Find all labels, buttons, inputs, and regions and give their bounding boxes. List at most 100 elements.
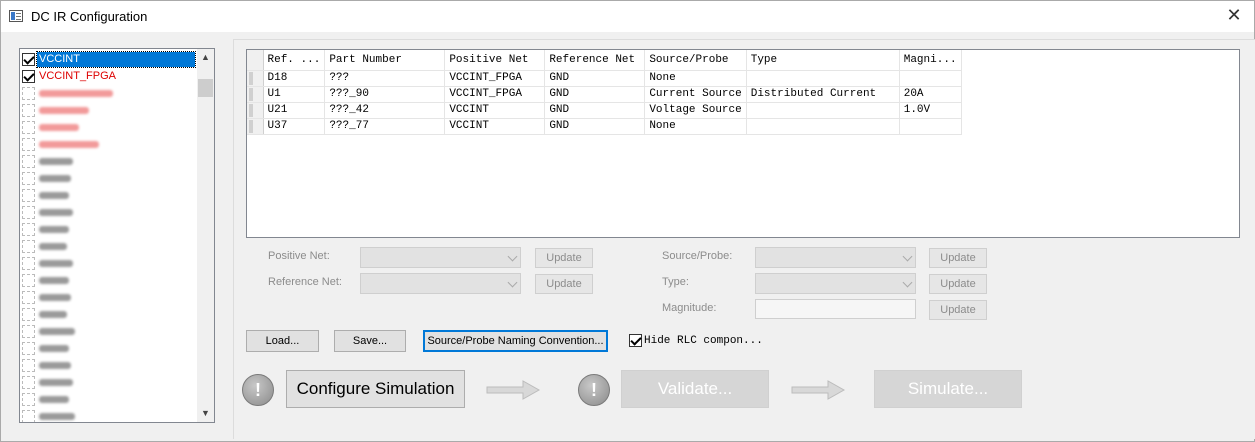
cell-type[interactable] xyxy=(746,70,900,87)
cell-ref[interactable]: U21 xyxy=(263,102,326,119)
net-item-vccint-fpga[interactable]: VCCINT_FPGA xyxy=(22,68,118,84)
cell-ref[interactable]: U37 xyxy=(263,118,326,135)
net-checkbox[interactable] xyxy=(22,222,35,236)
cell-reference-net[interactable]: GND xyxy=(544,102,646,119)
net-checkbox[interactable] xyxy=(22,307,35,321)
net-item-obscured[interactable] xyxy=(22,153,73,169)
cell-magnitude[interactable]: 1.0V xyxy=(899,102,962,119)
hide-rlc-toggle[interactable]: Hide RLC compon... xyxy=(629,334,763,347)
net-checkbox[interactable] xyxy=(22,103,35,117)
cell-part-number[interactable]: ???_90 xyxy=(324,86,446,103)
net-item-obscured[interactable] xyxy=(22,323,75,339)
column-header-ref[interactable]: Ref. ... xyxy=(263,50,326,71)
naming-convention-button[interactable]: Source/Probe Naming Convention... xyxy=(423,330,608,352)
net-item-obscured[interactable] xyxy=(22,204,73,220)
scroll-up-icon[interactable]: ▲ xyxy=(197,49,214,66)
net-item-obscured[interactable] xyxy=(22,136,99,152)
load-button[interactable]: Load... xyxy=(246,330,319,352)
cell-magnitude[interactable] xyxy=(899,70,962,87)
cell-part-number[interactable]: ???_77 xyxy=(324,118,446,135)
net-item-obscured[interactable] xyxy=(22,340,69,356)
net-checkbox[interactable] xyxy=(22,52,35,66)
grid-row[interactable]: U1 ???_90 VCCINT_FPGA GND Current Source… xyxy=(247,86,962,103)
net-list-scrollbar[interactable]: ▲ ▼ xyxy=(197,49,214,422)
reference-net-update-button[interactable]: Update xyxy=(535,274,593,294)
net-checkbox[interactable] xyxy=(22,273,35,287)
magnitude-update-button[interactable]: Update xyxy=(929,300,987,320)
net-checkbox[interactable] xyxy=(22,188,35,202)
cell-type[interactable]: Distributed Current xyxy=(746,86,900,103)
net-checkbox[interactable] xyxy=(22,392,35,406)
net-checkbox[interactable] xyxy=(22,341,35,355)
cell-magnitude[interactable]: 20A xyxy=(899,86,962,103)
net-checkbox[interactable] xyxy=(22,154,35,168)
net-checkbox[interactable] xyxy=(22,205,35,219)
cell-positive-net[interactable]: VCCINT xyxy=(444,102,546,119)
cell-ref[interactable]: U1 xyxy=(263,86,326,103)
simulate-button[interactable]: Simulate... xyxy=(874,370,1022,408)
cell-type[interactable] xyxy=(746,118,900,135)
cell-reference-net[interactable]: GND xyxy=(544,86,646,103)
net-checkbox[interactable] xyxy=(22,120,35,134)
net-checkbox[interactable] xyxy=(22,171,35,185)
net-item-obscured[interactable] xyxy=(22,85,113,101)
net-item-obscured[interactable] xyxy=(22,221,69,237)
hide-rlc-checkbox[interactable] xyxy=(629,334,642,347)
scroll-thumb[interactable] xyxy=(198,79,213,97)
grid-row[interactable]: U21 ???_42 VCCINT GND Voltage Source 1.0… xyxy=(247,102,962,119)
cell-positive-net[interactable]: VCCINT_FPGA xyxy=(444,86,546,103)
cell-type[interactable] xyxy=(746,102,900,119)
net-checkbox[interactable] xyxy=(22,409,35,422)
row-header[interactable] xyxy=(247,86,264,103)
cell-reference-net[interactable]: GND xyxy=(544,118,646,135)
grid-row[interactable]: U37 ???_77 VCCINT GND None xyxy=(247,118,962,135)
net-item-obscured[interactable] xyxy=(22,357,71,373)
column-header-source-probe[interactable]: Source/Probe xyxy=(644,50,747,71)
net-checkbox[interactable] xyxy=(22,86,35,100)
cell-magnitude[interactable] xyxy=(899,118,962,135)
net-item-vccint[interactable]: VCCINT xyxy=(22,50,196,68)
net-item-obscured[interactable] xyxy=(22,187,69,203)
cell-ref[interactable]: D18 xyxy=(263,70,326,87)
column-header-type[interactable]: Type xyxy=(746,50,900,71)
net-checkbox[interactable] xyxy=(22,256,35,270)
validate-button[interactable]: Validate... xyxy=(621,370,769,408)
source-probe-update-button[interactable]: Update xyxy=(929,248,987,268)
net-checkbox[interactable] xyxy=(22,239,35,253)
reference-net-select[interactable] xyxy=(360,273,521,294)
net-checkbox[interactable] xyxy=(22,137,35,151)
cell-source-probe[interactable]: Voltage Source xyxy=(644,102,747,119)
close-icon[interactable]: ✕ xyxy=(1222,5,1246,27)
source-probe-grid[interactable]: Ref. ... Part Number Positive Net Refere… xyxy=(246,49,1240,238)
column-header-part-number[interactable]: Part Number xyxy=(324,50,446,71)
positive-net-select[interactable] xyxy=(360,247,521,268)
row-header[interactable] xyxy=(247,70,264,87)
cell-source-probe[interactable]: None xyxy=(644,118,747,135)
scroll-down-icon[interactable]: ▼ xyxy=(197,405,214,422)
net-item-obscured[interactable] xyxy=(22,306,67,322)
net-tree[interactable]: VCCINT VCCINT_FPGA ▲ ▼ xyxy=(19,48,215,423)
cell-part-number[interactable]: ???_42 xyxy=(324,102,446,119)
cell-reference-net[interactable]: GND xyxy=(544,70,646,87)
net-checkbox[interactable] xyxy=(22,324,35,338)
net-item-obscured[interactable] xyxy=(22,119,79,135)
cell-source-probe[interactable]: None xyxy=(644,70,747,87)
save-button[interactable]: Save... xyxy=(334,330,406,352)
net-checkbox[interactable] xyxy=(22,358,35,372)
column-header-positive-net[interactable]: Positive Net xyxy=(444,50,546,71)
net-item-obscured[interactable] xyxy=(22,102,89,118)
cell-source-probe[interactable]: Current Source xyxy=(644,86,747,103)
net-item-obscured[interactable] xyxy=(22,408,75,422)
net-item-obscured[interactable] xyxy=(22,170,71,186)
net-checkbox[interactable] xyxy=(22,375,35,389)
net-item-obscured[interactable] xyxy=(22,289,71,305)
row-header[interactable] xyxy=(247,118,264,135)
grid-row[interactable]: D18 ??? VCCINT_FPGA GND None xyxy=(247,70,962,87)
cell-positive-net[interactable]: VCCINT_FPGA xyxy=(444,70,546,87)
type-update-button[interactable]: Update xyxy=(929,274,987,294)
source-probe-select[interactable] xyxy=(755,247,916,268)
cell-positive-net[interactable]: VCCINT xyxy=(444,118,546,135)
net-item-obscured[interactable] xyxy=(22,391,69,407)
type-select[interactable] xyxy=(755,273,916,294)
positive-net-update-button[interactable]: Update xyxy=(535,248,593,268)
